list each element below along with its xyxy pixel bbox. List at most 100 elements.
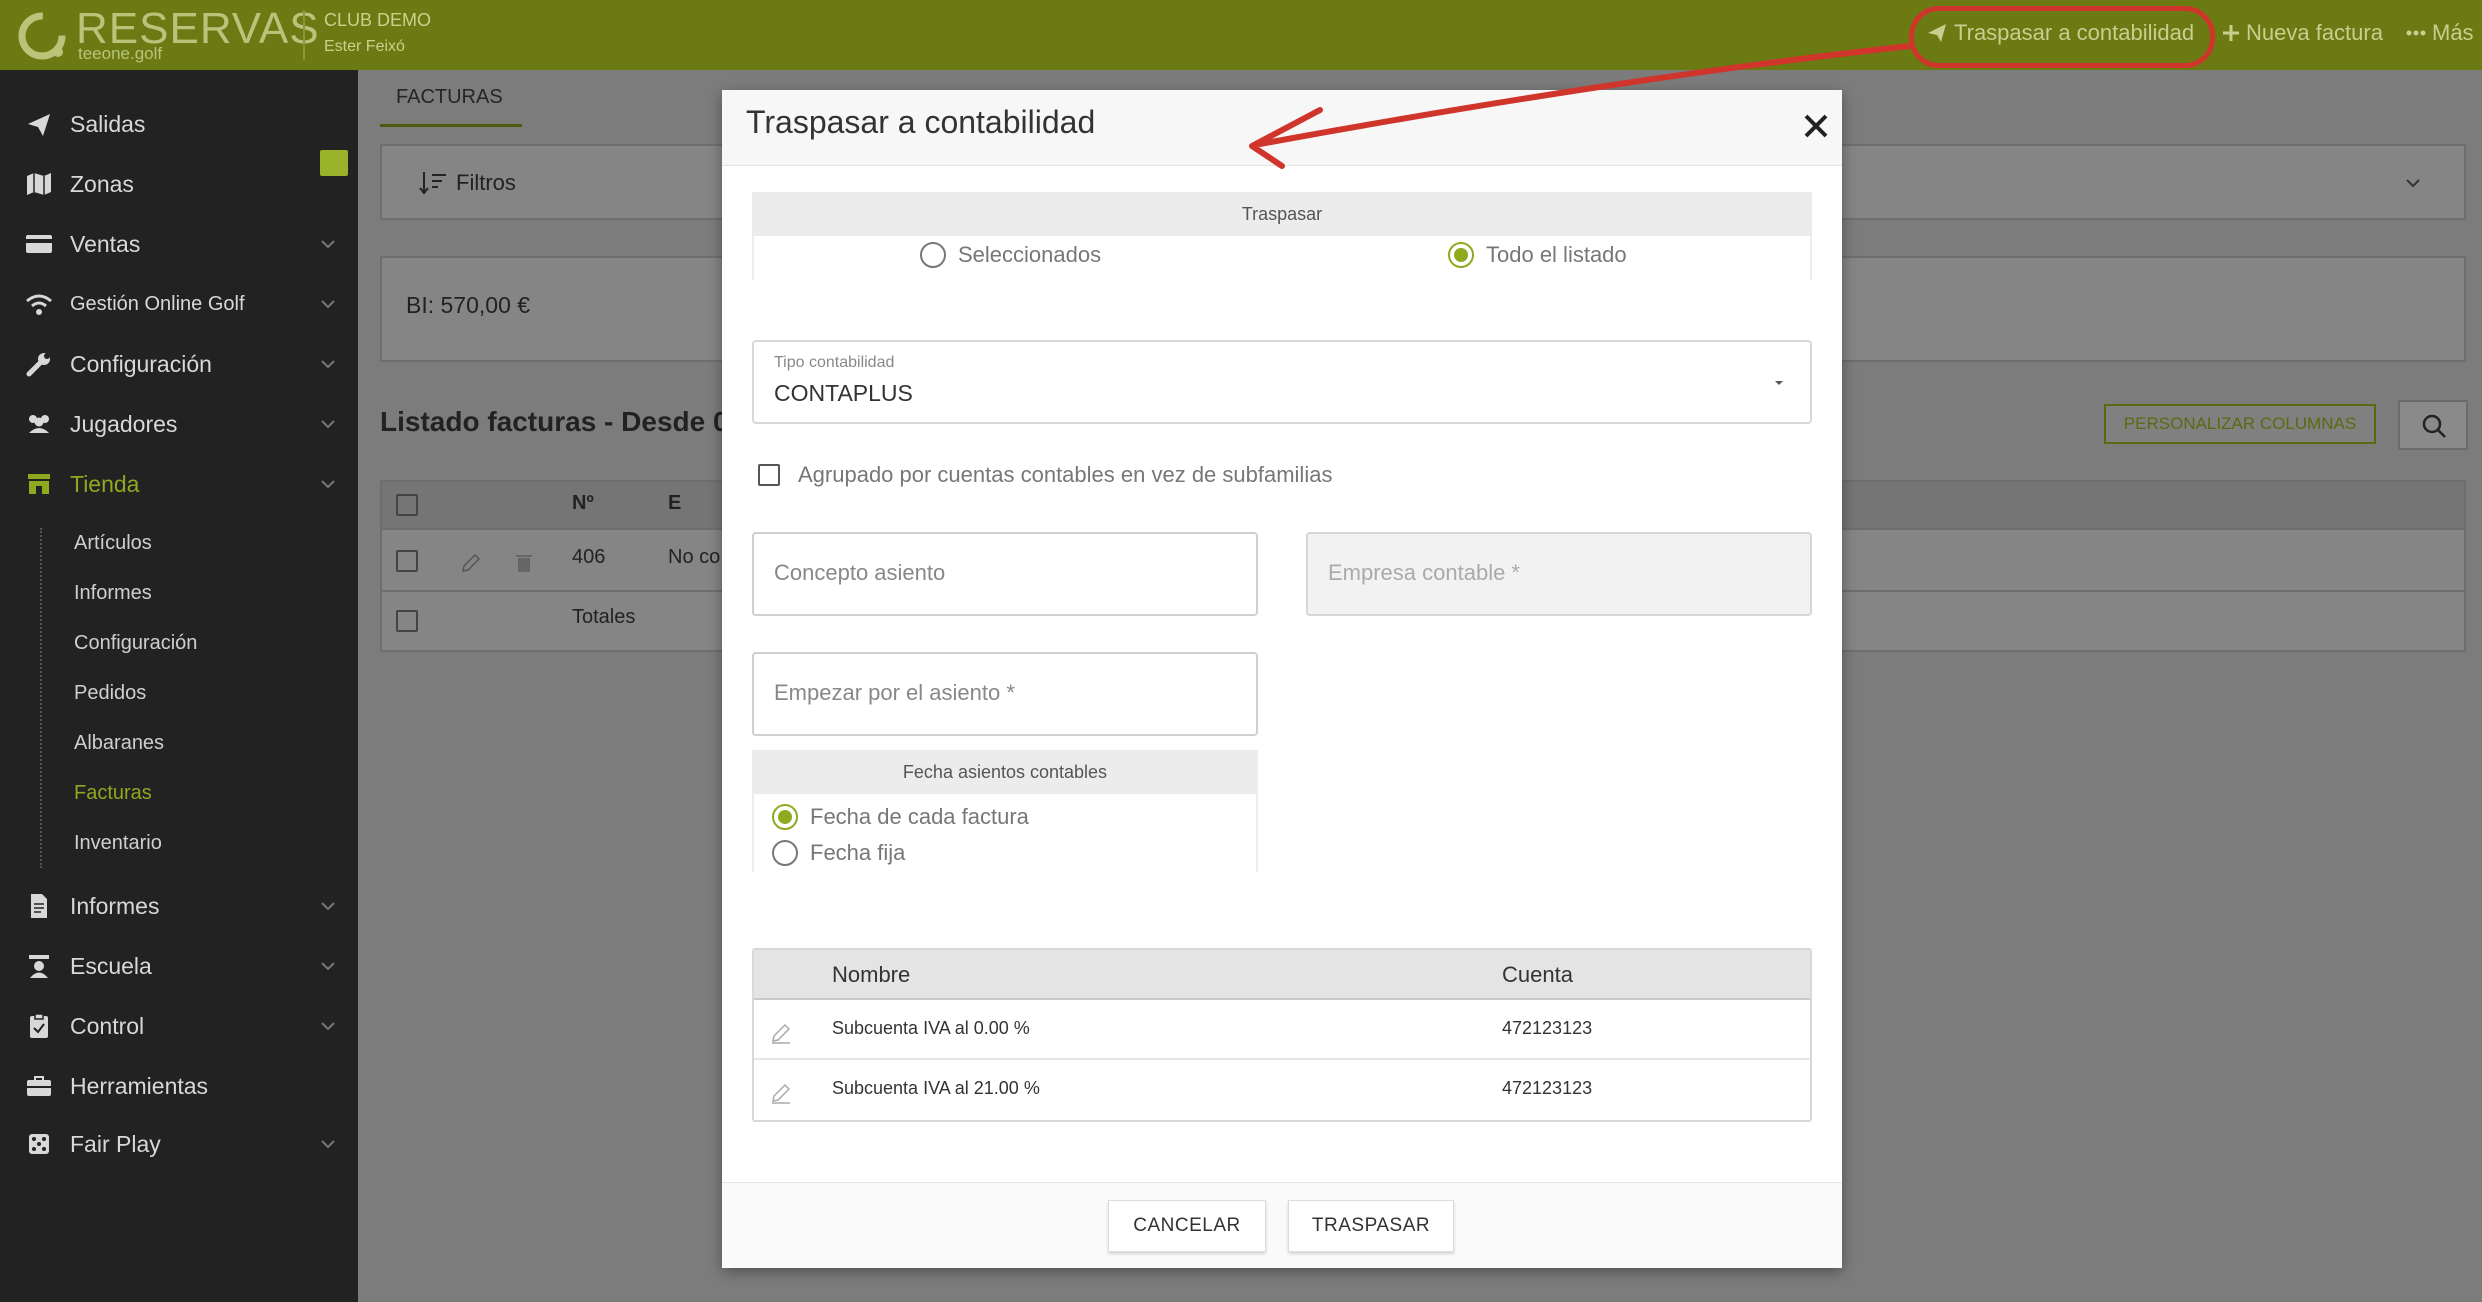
sidebar-subitem-informes[interactable]: Informes <box>74 582 152 605</box>
divider <box>303 10 305 60</box>
dialog-footer <box>722 1182 1842 1268</box>
tab-facturas[interactable]: FACTURAS <box>396 86 503 109</box>
table-cell-numero: 406 <box>572 546 606 568</box>
traspasar-group <box>752 236 1812 280</box>
radio-button-selected[interactable] <box>772 804 798 830</box>
cancelar-button[interactable]: CANCELAR <box>1108 1200 1266 1252</box>
sidebar-item-informes[interactable]: Informes <box>0 878 358 934</box>
nueva-factura-button[interactable]: Nueva factura <box>2222 20 2383 46</box>
nueva-factura-label: Nueva factura <box>2246 20 2383 45</box>
radio-fecha-cada-factura[interactable]: Fecha de cada factura <box>772 804 1029 830</box>
edit-icon[interactable] <box>460 552 482 574</box>
caret-down-icon <box>1775 381 1783 385</box>
chevron-down-icon <box>321 1140 335 1149</box>
sidebar-item-label: Configuración <box>70 350 212 377</box>
sidebar-item-gestion-online-golf[interactable]: Gestión Online Golf <box>0 276 358 332</box>
sidebar-item-herramientas[interactable]: Herramientas <box>0 1058 358 1114</box>
dialog-title: Traspasar a contabilidad <box>746 104 1096 140</box>
empresa-contable-input[interactable]: Empresa contable * <box>1306 532 1812 616</box>
sidebar-item-label: Control <box>70 1012 145 1039</box>
input-placeholder: Concepto asiento <box>774 560 946 585</box>
sidebar-item-label: Fair Play <box>70 1130 161 1157</box>
sidebar-subitem-articulos[interactable]: Artículos <box>74 532 152 555</box>
list-title: Listado facturas - Desde 01 <box>380 406 745 437</box>
plus-icon <box>2223 25 2239 41</box>
sidebar-item-ventas[interactable]: Ventas <box>0 216 358 272</box>
agrupado-checkbox-row[interactable]: Agrupado por cuentas contables en vez de… <box>758 462 1332 488</box>
table-row: Subcuenta IVA al 21.00 % 472123123 <box>754 1060 1810 1120</box>
traspasar-group-legend: Traspasar <box>752 192 1812 236</box>
trash-icon[interactable] <box>514 552 534 574</box>
agrupado-checkbox[interactable] <box>758 464 780 486</box>
sidebar-item-control[interactable]: Control <box>0 998 358 1054</box>
map-icon <box>27 173 51 195</box>
table-cell-nombre: Subcuenta IVA al 21.00 % <box>832 1078 1040 1098</box>
sidebar-item-salidas[interactable]: Salidas <box>0 96 358 152</box>
column-header-estado[interactable]: E <box>668 492 681 515</box>
card-icon <box>26 235 52 253</box>
sidebar-subitem-pedidos[interactable]: Pedidos <box>74 682 146 705</box>
totals-label: Totales <box>572 606 636 628</box>
chevron-down-icon <box>321 962 335 971</box>
wrench-icon <box>26 353 50 377</box>
sidebar-item-fair-play[interactable]: Fair Play <box>0 1116 358 1172</box>
agrupado-label: Agrupado por cuentas contables en vez de… <box>798 462 1333 487</box>
sidebar-item-jugadores[interactable]: Jugadores <box>0 396 358 452</box>
sidebar-subitem-facturas[interactable]: Facturas <box>74 782 152 805</box>
concepto-asiento-input[interactable]: Concepto asiento <box>752 532 1258 616</box>
annotation-highlight-oval <box>1909 6 2215 68</box>
sidebar-item-label: Tienda <box>70 470 140 497</box>
radio-label: Fecha fija <box>810 840 906 865</box>
sidebar-item-label: Ventas <box>70 230 141 257</box>
sidebar-item-tienda[interactable]: Tienda <box>0 456 358 512</box>
sidebar-subitem-configuracion[interactable]: Configuración <box>74 632 197 655</box>
radio-button-selected[interactable] <box>1448 242 1474 268</box>
radio-fecha-fija[interactable]: Fecha fija <box>772 840 905 866</box>
club-name[interactable]: CLUB DEMO <box>324 10 431 31</box>
traspasar-contabilidad-dialog: Traspasar a contabilidad Traspasar Selec… <box>722 90 1842 1268</box>
radio-button[interactable] <box>920 242 946 268</box>
accounts-table-header: Nombre Cuenta <box>754 950 1810 1000</box>
radio-seleccionados[interactable]: Seleccionados <box>920 242 1101 268</box>
chevron-down-icon[interactable] <box>2402 172 2424 194</box>
chevron-down-icon <box>321 420 335 429</box>
sidebar-item-label: Gestión Online Golf <box>70 292 245 315</box>
sidebar-item-configuracion[interactable]: Configuración <box>0 336 358 392</box>
radio-button[interactable] <box>772 840 798 866</box>
tab-underline <box>380 124 522 127</box>
table-cell-nombre: Subcuenta IVA al 0.00 % <box>832 1018 1030 1038</box>
chevron-down-icon <box>321 360 335 369</box>
dialog-header: Traspasar a contabilidad <box>722 90 1842 166</box>
edit-icon[interactable] <box>770 1082 792 1104</box>
paper-plane-icon <box>28 114 50 136</box>
toolbox-icon <box>27 1076 51 1096</box>
chevron-down-icon <box>321 480 335 489</box>
chevron-down-icon <box>321 240 335 249</box>
close-icon[interactable] <box>1800 110 1832 142</box>
edit-icon[interactable] <box>770 1022 792 1044</box>
chevron-down-icon <box>321 1022 335 1031</box>
mas-button[interactable]: Más <box>2406 20 2474 46</box>
table-row: Subcuenta IVA al 0.00 % 472123123 <box>754 1000 1810 1060</box>
select-all-checkbox[interactable] <box>396 494 418 516</box>
sort-filter-icon <box>419 172 446 195</box>
traspasar-button[interactable]: TRASPASAR <box>1288 1200 1454 1252</box>
totals-row-checkbox[interactable] <box>396 610 418 632</box>
radio-todo-el-listado[interactable]: Todo el listado <box>1448 242 1627 268</box>
column-header-numero[interactable]: Nº <box>572 492 594 515</box>
tipo-contabilidad-select[interactable]: Tipo contabilidad CONTAPLUS <box>752 340 1812 424</box>
input-placeholder: Empezar por el asiento * <box>774 680 1015 705</box>
mas-label: Más <box>2432 20 2474 45</box>
sidebar-item-zonas[interactable]: Zonas <box>0 156 358 212</box>
sidebar-item-label: Salidas <box>70 110 146 137</box>
row-checkbox[interactable] <box>396 550 418 572</box>
user-name: Ester Feixó <box>324 38 405 55</box>
sidebar-subitem-albaranes[interactable]: Albaranes <box>74 732 164 755</box>
sidebar-subitem-inventario[interactable]: Inventario <box>74 832 162 855</box>
search-button[interactable] <box>2398 400 2468 450</box>
wifi-icon <box>26 294 52 315</box>
sidebar-item-escuela[interactable]: Escuela <box>0 938 358 994</box>
empezar-asiento-input[interactable]: Empezar por el asiento * <box>752 652 1258 736</box>
personalizar-columnas-button[interactable]: PERSONALIZAR COLUMNAS <box>2104 404 2376 444</box>
clipboard-icon <box>30 1013 48 1038</box>
